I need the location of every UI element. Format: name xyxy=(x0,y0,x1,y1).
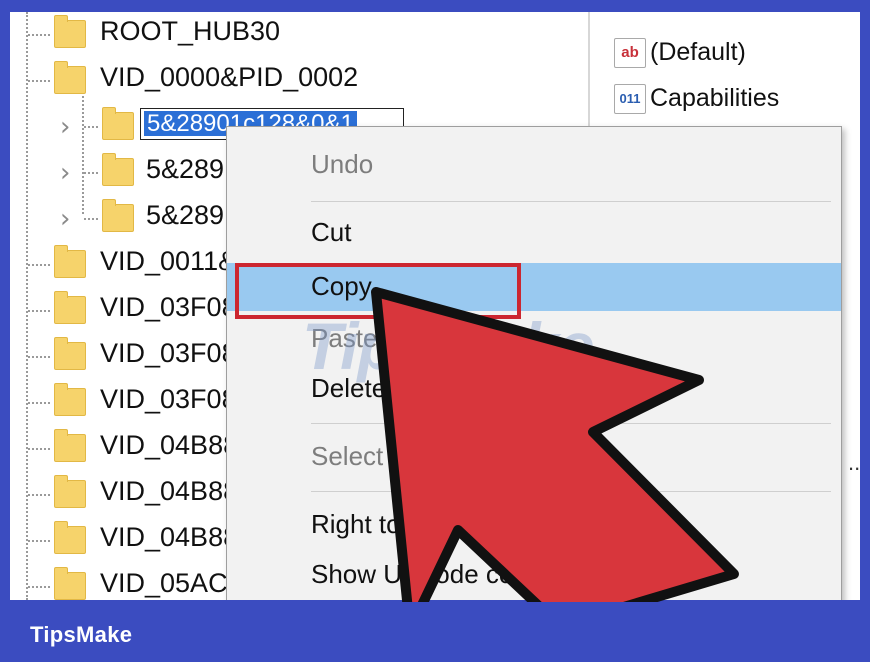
tree-dots xyxy=(28,494,50,498)
tree-dots xyxy=(28,80,50,84)
footer-bar: TipsMake xyxy=(0,602,870,662)
tree-item[interactable]: ROOT_HUB30 xyxy=(10,12,588,58)
tree-dots xyxy=(84,126,98,130)
menu-item-cut[interactable]: Cut xyxy=(227,209,841,257)
menu-item-show-unicode[interactable]: Show Unicode control characters xyxy=(227,551,841,599)
menu-item-label: Right to left Reading order xyxy=(311,509,615,539)
menu-separator xyxy=(311,491,831,492)
menu-item-label: Show Unicode control characters xyxy=(311,559,693,589)
tree-item-label: ROOT_HUB30 xyxy=(100,16,281,46)
folder-icon xyxy=(102,199,134,232)
folder-icon xyxy=(54,429,86,462)
folder-icon xyxy=(54,567,86,600)
menu-separator xyxy=(311,423,831,424)
brand-logo: TipsMake xyxy=(30,622,133,647)
watermark: TipsMake xyxy=(302,309,595,383)
string-value-icon: ab xyxy=(614,38,646,68)
registry-editor: ROOT_HUB30 VID_0000&PID_0002 › 5&28901c1… xyxy=(10,12,860,600)
folder-icon xyxy=(54,291,86,324)
tree-dots xyxy=(84,172,98,176)
tree-dots xyxy=(28,586,50,590)
menu-separator xyxy=(311,201,831,202)
folder-icon xyxy=(54,15,86,48)
chevron-right-icon[interactable]: › xyxy=(60,112,70,142)
tree-dots xyxy=(84,218,98,222)
folder-icon xyxy=(54,337,86,370)
tree-dots xyxy=(28,34,50,38)
chevron-right-icon[interactable]: › xyxy=(60,204,70,234)
tree-dots xyxy=(28,264,50,268)
tree-item-label: VID_04B88 xyxy=(100,430,239,460)
tree-item-label: VID_0011& xyxy=(100,246,237,276)
value-name: (Default) xyxy=(650,38,746,66)
menu-item-label: Cut xyxy=(311,217,352,247)
folder-icon xyxy=(102,153,134,186)
folder-icon xyxy=(54,245,86,278)
folder-icon xyxy=(54,475,86,508)
tree-dots xyxy=(28,448,50,452)
truncation-ellipsis: ... xyxy=(848,450,860,475)
tree-item-label: VID_03F08 xyxy=(100,338,237,368)
tree-item-label: VID_03F08 xyxy=(100,292,237,322)
menu-item-select-all[interactable]: Select All xyxy=(227,433,841,481)
tree-dots xyxy=(28,402,50,406)
tree-dots xyxy=(28,310,50,314)
menu-item-undo[interactable]: Undo xyxy=(227,141,841,189)
value-name: Capabilities xyxy=(650,84,780,112)
tree-item-label: VID_04B88 xyxy=(100,476,239,506)
folder-icon xyxy=(102,107,134,140)
chevron-right-icon[interactable]: › xyxy=(60,158,70,188)
binary-value-icon: 011 xyxy=(614,84,646,114)
tree-item-label: 5&289 xyxy=(146,154,225,184)
folder-icon xyxy=(54,61,86,94)
tree-item-label: 5&289 xyxy=(146,200,225,230)
menu-item-right-to-left[interactable]: Right to left Reading order xyxy=(227,501,841,549)
folder-icon xyxy=(54,383,86,416)
menu-item-label: Undo xyxy=(311,149,374,179)
tree-item-label: VID_05AC8 xyxy=(100,568,243,598)
tree-item[interactable]: VID_0000&PID_0002 xyxy=(10,58,588,104)
tree-dots xyxy=(28,356,50,360)
tree-item-label: VID_03F08 xyxy=(100,384,237,414)
menu-item-label: Select All xyxy=(311,441,418,471)
tree-item-label: VID_0000&PID_0002 xyxy=(100,62,359,92)
